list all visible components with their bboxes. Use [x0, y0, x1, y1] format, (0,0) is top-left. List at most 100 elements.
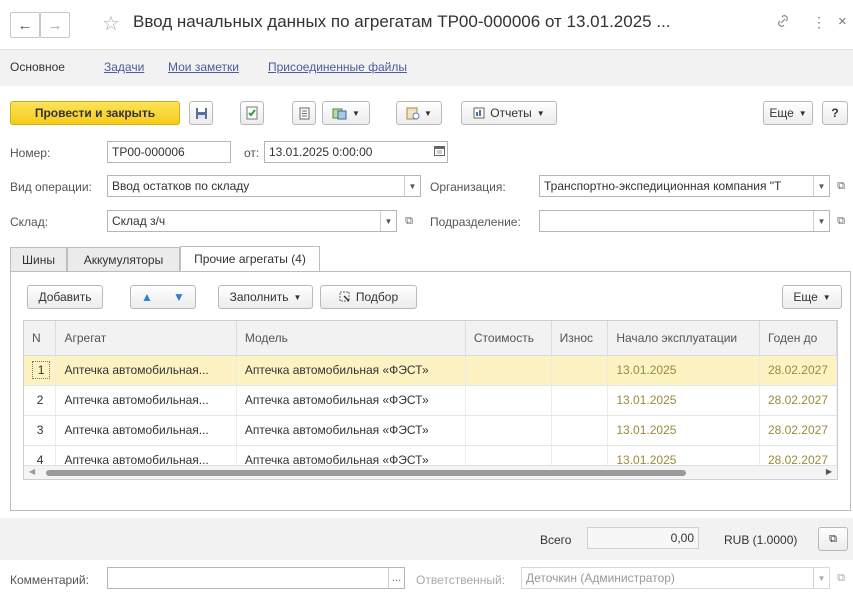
- tab-tires[interactable]: Шины: [10, 247, 67, 271]
- wear-cell[interactable]: [551, 355, 609, 386]
- model-cell[interactable]: Аптечка автомобильная «ФЭСТ»: [236, 355, 466, 386]
- table-row[interactable]: 1 Аптечка автомобильная... Аптечка автом…: [24, 355, 837, 386]
- close-icon[interactable]: ×: [838, 13, 847, 30]
- window-title: Ввод начальных данных по агрегатам ТР00-…: [133, 12, 671, 31]
- column-header[interactable]: Стоимость: [465, 321, 552, 356]
- unit-cell[interactable]: Аптечка автомобильная...: [55, 415, 237, 446]
- column-header[interactable]: Агрегат: [55, 321, 237, 356]
- cost-cell[interactable]: [465, 415, 552, 446]
- tab-batteries[interactable]: Аккумуляторы: [67, 247, 180, 271]
- dropdown-arrow-icon[interactable]: ▼: [380, 211, 396, 231]
- nav-tab-notes[interactable]: Мои заметки: [168, 60, 239, 74]
- valid-until-cell[interactable]: 28.02.2027: [759, 385, 837, 416]
- valid-until-cell[interactable]: 28.02.2027: [759, 355, 837, 386]
- print-icon: [406, 107, 420, 120]
- help-button[interactable]: ?: [822, 101, 848, 125]
- fill-button[interactable]: Заполнить ▼: [218, 285, 313, 309]
- table-row[interactable]: 2 Аптечка автомобильная... Аптечка автом…: [24, 385, 837, 416]
- valid-until-cell[interactable]: 28.02.2027: [759, 415, 837, 446]
- dropdown-arrow-icon[interactable]: ▼: [813, 568, 829, 588]
- responsible-label: Ответственный:: [416, 573, 506, 587]
- chevron-down-icon: ▼: [293, 292, 302, 302]
- chevron-down-icon: ▼: [798, 108, 807, 118]
- start-date-cell[interactable]: 13.01.2025: [607, 385, 760, 416]
- number-field[interactable]: ТР00-000006: [107, 141, 231, 163]
- move-buttons: ▲ ▼: [130, 285, 196, 309]
- table-row[interactable]: 3 Аптечка автомобильная... Аптечка автом…: [24, 415, 837, 446]
- column-header[interactable]: Годен до: [759, 321, 837, 356]
- ellipsis-icon[interactable]: …: [388, 568, 404, 588]
- create-based-icon: [332, 108, 347, 119]
- save-button[interactable]: [189, 101, 213, 125]
- pick-button[interactable]: Подбор: [320, 285, 417, 309]
- operation-type-select[interactable]: Ввод остатков по складу ▼: [107, 175, 421, 197]
- add-button[interactable]: Добавить: [27, 285, 103, 309]
- list-icon: [299, 107, 309, 119]
- tab-other-units[interactable]: Прочие агрегаты (4): [180, 246, 320, 271]
- table-more-button[interactable]: Еще ▼: [782, 285, 842, 309]
- list-button[interactable]: [292, 101, 316, 125]
- comment-field[interactable]: …: [107, 567, 405, 589]
- scroll-right-icon[interactable]: ▶: [826, 467, 832, 476]
- column-header[interactable]: Начало эксплуатации: [607, 321, 760, 356]
- nav-tab-files[interactable]: Присоединенные файлы: [268, 60, 407, 74]
- calendar-icon[interactable]: [434, 145, 445, 159]
- unit-cell[interactable]: Аптечка автомобильная...: [55, 385, 237, 416]
- column-header[interactable]: Износ: [551, 321, 609, 356]
- dropdown-arrow-icon[interactable]: ▼: [813, 211, 829, 231]
- nav-tab-tasks[interactable]: Задачи: [104, 60, 144, 74]
- forward-button[interactable]: →: [40, 12, 70, 38]
- horizontal-scrollbar[interactable]: ◀ ▶: [24, 465, 837, 479]
- date-field[interactable]: 13.01.2025 0:00:00: [264, 141, 448, 163]
- cost-cell[interactable]: [465, 355, 552, 386]
- column-header[interactable]: Модель: [236, 321, 466, 356]
- fill-label: Заполнить: [229, 290, 289, 304]
- link-icon[interactable]: [776, 14, 790, 31]
- back-arrow-icon: ←: [17, 16, 33, 34]
- model-cell[interactable]: Аптечка автомобильная «ФЭСТ»: [236, 385, 466, 416]
- open-warehouse-icon[interactable]: ⧉: [400, 210, 418, 232]
- start-date-cell[interactable]: 13.01.2025: [607, 355, 760, 386]
- more-label: Еще: [769, 106, 794, 120]
- move-up-icon[interactable]: ▲: [141, 290, 153, 304]
- column-header[interactable]: N: [24, 321, 57, 356]
- form-nav-bar: Основное Задачи Мои заметки Присоединенн…: [0, 50, 853, 86]
- more-button[interactable]: Еще ▼: [763, 101, 813, 125]
- organization-select[interactable]: Транспортно-экспедиционная компания "Т ▼: [539, 175, 830, 197]
- scrollbar-thumb[interactable]: [46, 470, 686, 476]
- more-menu-icon[interactable]: ⋮: [812, 14, 826, 31]
- nav-tab-main[interactable]: Основное: [10, 60, 65, 74]
- post-and-close-button[interactable]: Провести и закрыть: [10, 101, 180, 125]
- move-down-icon[interactable]: ▼: [173, 290, 185, 304]
- wear-cell[interactable]: [551, 385, 609, 416]
- scroll-left-icon[interactable]: ◀: [29, 467, 35, 476]
- print-button[interactable]: ▼: [396, 101, 442, 125]
- units-table: N Агрегат Модель Стоимость Износ Начало …: [24, 321, 837, 476]
- cost-cell[interactable]: [465, 385, 552, 416]
- open-department-icon[interactable]: ⧉: [832, 210, 850, 232]
- currency-open-button[interactable]: ⧉: [818, 527, 848, 551]
- pick-label: Подбор: [355, 290, 399, 304]
- unit-cell[interactable]: Аптечка автомобильная...: [55, 355, 237, 386]
- reports-button[interactable]: Отчеты ▼: [461, 101, 557, 125]
- open-responsible-icon[interactable]: ⧉: [832, 567, 850, 589]
- open-organization-icon[interactable]: ⧉: [832, 175, 850, 197]
- dropdown-arrow-icon[interactable]: ▼: [404, 176, 420, 196]
- responsible-value: Деточкин (Администратор): [526, 571, 675, 585]
- back-button[interactable]: ←: [10, 12, 40, 38]
- report-icon: [473, 107, 485, 119]
- post-button[interactable]: [240, 101, 264, 125]
- warehouse-value: Склад з/ч: [112, 214, 166, 228]
- responsible-select[interactable]: Деточкин (Администратор) ▼: [521, 567, 830, 589]
- department-select[interactable]: ▼: [539, 210, 830, 232]
- create-based-on-button[interactable]: ▼: [322, 101, 370, 125]
- dropdown-arrow-icon[interactable]: ▼: [813, 176, 829, 196]
- forward-arrow-icon: →: [47, 16, 63, 34]
- model-cell[interactable]: Аптечка автомобильная «ФЭСТ»: [236, 415, 466, 446]
- warehouse-select[interactable]: Склад з/ч ▼: [107, 210, 397, 232]
- start-date-cell[interactable]: 13.01.2025: [607, 415, 760, 446]
- wear-cell[interactable]: [551, 415, 609, 446]
- totals-bar: Всего 0,00 RUB (1.0000) ⧉: [0, 518, 853, 560]
- post-document-icon: [246, 106, 257, 120]
- favorite-star-icon[interactable]: ☆: [102, 11, 120, 36]
